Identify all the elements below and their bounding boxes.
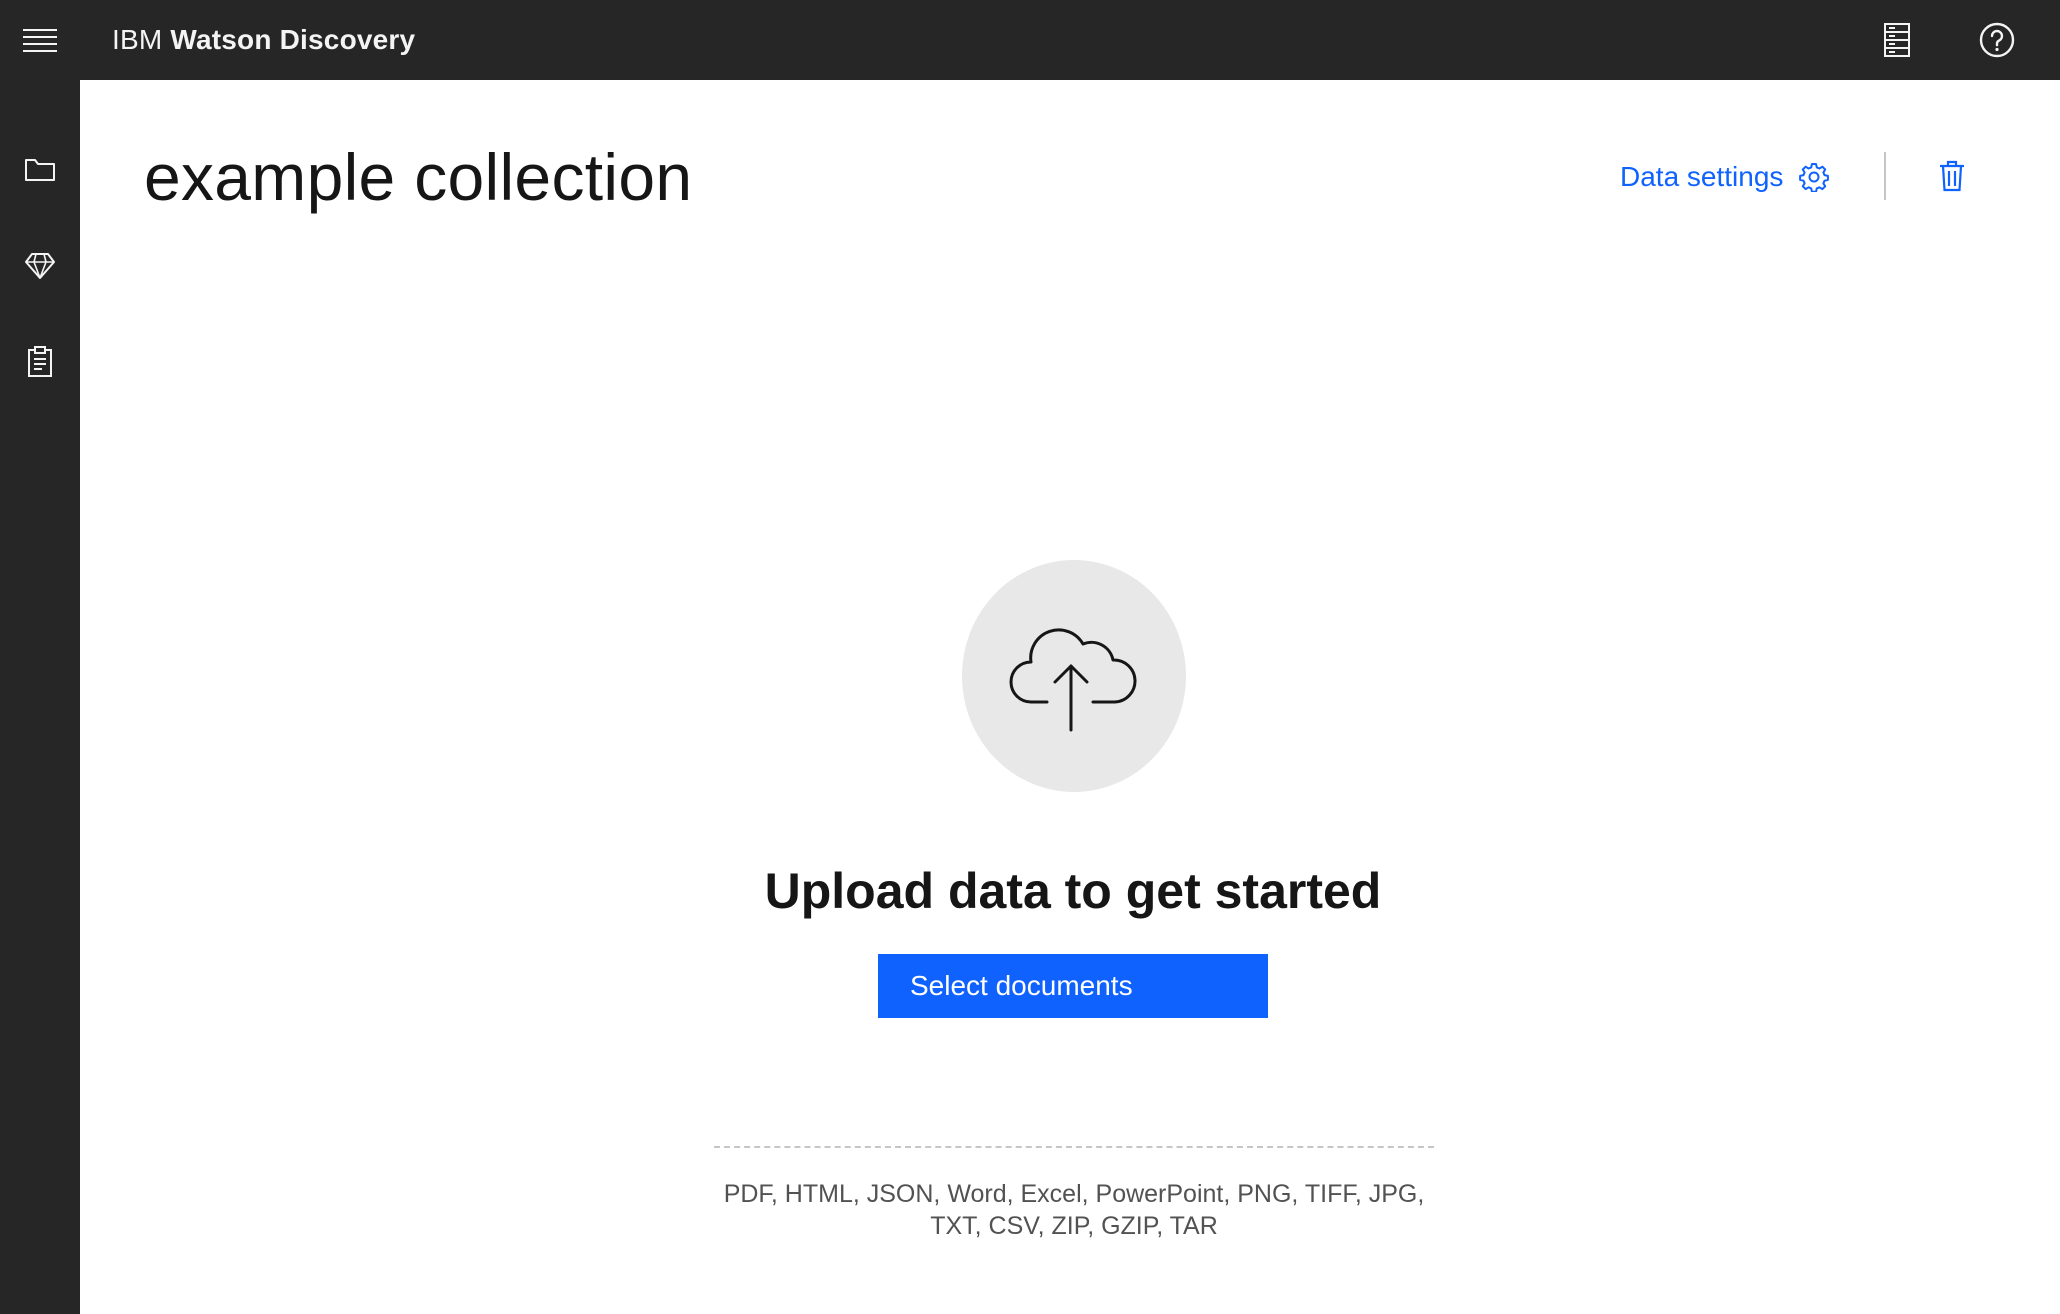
help-icon (1979, 22, 2015, 58)
gear-icon (1799, 162, 1830, 192)
supported-formats: PDF, HTML, JSON, Word, Excel, PowerPoint… (723, 1180, 1425, 1240)
trash-icon (1940, 160, 1964, 192)
top-header: IBM Watson Discovery (0, 0, 2060, 80)
data-settings-link[interactable]: Data settings (1620, 150, 1830, 204)
upload-illustration (962, 560, 1186, 792)
server-icon (1884, 23, 1910, 57)
nav-item-manage-collections[interactable] (0, 130, 80, 210)
select-documents-button[interactable]: Select documents (878, 954, 1268, 1018)
cloud-upload-icon (1009, 628, 1137, 732)
server-button[interactable] (1857, 0, 1937, 80)
menu-icon (23, 29, 57, 52)
page-title: example collection (144, 140, 693, 214)
help-button[interactable] (1957, 0, 2037, 80)
product-name[interactable]: IBM Watson Discovery (112, 0, 415, 80)
folder-icon (25, 159, 55, 181)
delete-collection-button[interactable] (1932, 152, 1972, 200)
brand-prefix: IBM (112, 24, 163, 55)
side-navigation (0, 80, 80, 1314)
upload-heading: Upload data to get started (764, 863, 1382, 919)
toolbar-divider (1884, 152, 1886, 200)
diamond-icon (25, 253, 55, 279)
data-settings-label: Data settings (1620, 161, 1784, 192)
nav-item-improve-tools[interactable] (0, 226, 80, 306)
brand-name: Watson Discovery (170, 24, 416, 55)
clipboard-icon (28, 346, 52, 377)
dashed-divider (714, 1146, 1434, 1148)
nav-item-reports[interactable] (0, 322, 80, 402)
menu-button[interactable] (0, 0, 80, 80)
